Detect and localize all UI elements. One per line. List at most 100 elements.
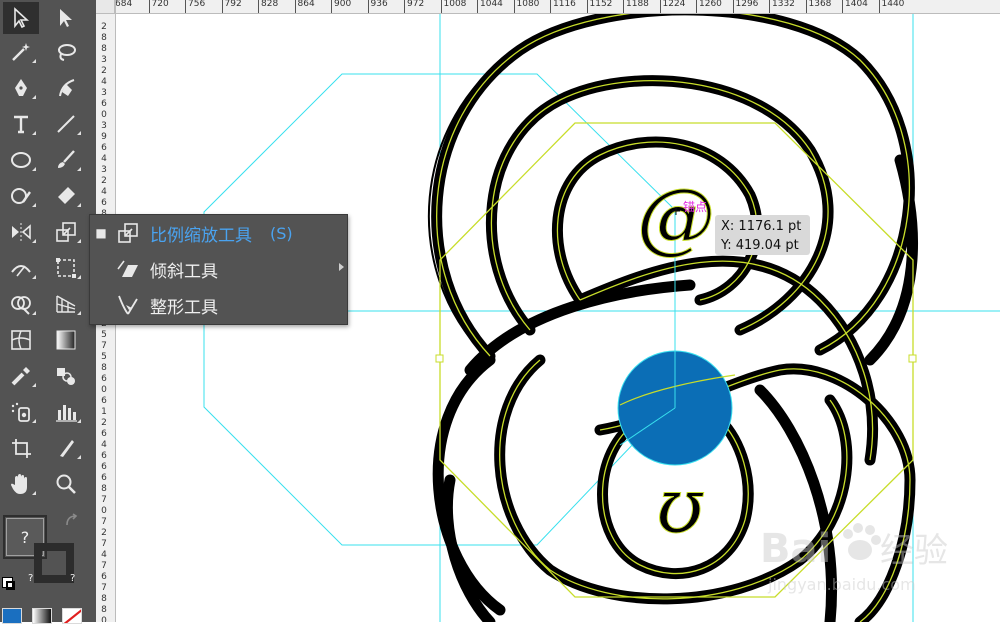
ruler-tick-label: 1296	[732, 0, 758, 13]
ruler-tick-label: 1260	[696, 0, 722, 13]
curvature-tool[interactable]	[48, 72, 84, 104]
ruler-tick-label: 1080	[513, 0, 539, 13]
mesh-tool[interactable]	[3, 324, 39, 356]
scale-tool[interactable]	[48, 216, 84, 248]
line-segment-tool[interactable]	[48, 108, 84, 140]
ruler-tick-label: 2	[101, 176, 107, 186]
curvature-pen-icon	[59, 79, 75, 97]
ruler-tick-label: 5	[101, 330, 107, 340]
gradient-tool[interactable]	[48, 324, 84, 356]
watermark-brand: Bai	[760, 526, 831, 572]
shaper-tool[interactable]	[3, 180, 39, 212]
ruler-tick-label: 6	[101, 374, 107, 384]
blend-tool[interactable]	[48, 360, 84, 392]
ruler-tick-label: 8	[101, 363, 107, 373]
swap-fill-stroke-icon[interactable]	[64, 513, 80, 529]
hand-tool[interactable]	[3, 468, 39, 500]
selected-bullet: ■	[95, 226, 107, 240]
flyout-item-label: 比例缩放工具	[150, 225, 252, 246]
coordinate-tooltip: X: 1176.1 pt Y: 419.04 pt	[715, 215, 810, 255]
perspective-grid-icon	[56, 295, 76, 313]
type-tool[interactable]	[3, 108, 39, 140]
paintbrush-tool[interactable]	[48, 144, 84, 176]
ruler-tick-label: 0	[101, 385, 107, 395]
ruler-tick-label: 1224	[659, 0, 685, 13]
artboard-tool[interactable]	[3, 432, 39, 464]
ruler-tick-label: 2	[101, 528, 107, 538]
flyout-item-label: 倾斜工具	[150, 261, 218, 282]
ruler-tick-label: 1332	[769, 0, 795, 13]
direct-selection-tool[interactable]	[48, 2, 84, 34]
symbol-sprayer-tool[interactable]	[3, 396, 39, 428]
ruler-tick-label: 4	[101, 440, 107, 450]
ellipse-tool[interactable]	[3, 144, 39, 176]
free-transform-tool[interactable]	[48, 252, 84, 284]
scale-icon	[112, 219, 144, 247]
ruler-tick-label: 3	[101, 165, 107, 175]
ruler-tick-label: 6	[101, 462, 107, 472]
ruler-tick-label: 1	[101, 407, 107, 417]
ruler-tick-label: 6	[101, 429, 107, 439]
ruler-tick-label: 6	[101, 473, 107, 483]
ruler-tick-label: 7	[101, 539, 107, 549]
ruler-tick-label: 1440	[878, 0, 904, 13]
ruler-tick-label: 4	[101, 154, 107, 164]
upsilon-glyph: ʊ	[656, 461, 704, 550]
reflect-tool[interactable]	[3, 216, 39, 248]
selection-arrow-icon	[14, 7, 30, 29]
reflect-icon	[12, 223, 31, 241]
blend-icon	[57, 368, 75, 385]
pen-tool[interactable]	[3, 72, 39, 104]
width-icon	[11, 265, 31, 277]
tooltip-x-value: X: 1176.1 pt	[721, 219, 802, 234]
magic-wand-icon	[12, 43, 30, 61]
ruler-origin	[96, 0, 115, 14]
ruler-tick-label: 900	[331, 0, 351, 13]
ruler-tick-label: 3	[101, 88, 107, 98]
transform-tools-flyout: ■ 比例缩放工具 (S) 倾斜工具 整形工具	[89, 214, 348, 325]
default-fill-stroke-icon[interactable]	[2, 577, 16, 591]
ruler-tick-label: 720	[148, 0, 169, 13]
reshape-icon	[112, 291, 144, 319]
shape-builder-tool[interactable]	[3, 288, 39, 320]
perspective-grid-tool[interactable]	[48, 288, 84, 320]
ruler-tick-label: 3	[101, 55, 107, 65]
ruler-tick-label: 1044	[477, 0, 503, 13]
selection-tool[interactable]	[3, 2, 39, 34]
ruler-tick-label: 1368	[805, 0, 831, 13]
ruler-tick-label: 9	[101, 132, 107, 142]
paw-logo-icon	[843, 523, 881, 560]
ruler-tick-label: 7	[101, 495, 107, 505]
fill-stroke-controls: ? ? ?	[0, 505, 96, 624]
ruler-tick-label: 6	[101, 572, 107, 582]
flyout-item-shear[interactable]: 倾斜工具	[90, 251, 347, 287]
horizontal-ruler: 684 720 756 792 828 864 900 936 972 1008 1044 1080 1…	[115, 0, 1000, 14]
flyout-expand-arrow-icon[interactable]	[339, 263, 344, 271]
at-glyph: @	[637, 173, 715, 263]
width-tool[interactable]	[3, 252, 39, 284]
column-graph-tool[interactable]	[48, 396, 84, 428]
ruler-tick-label: 6	[101, 99, 107, 109]
ruler-tick-label: 6	[101, 143, 107, 153]
pen-icon	[15, 79, 27, 96]
ruler-tick-label: 756	[185, 0, 205, 13]
ruler-tick-label: 0	[101, 110, 107, 120]
hand-icon	[11, 474, 27, 494]
ruler-tick-label: 5	[101, 352, 107, 362]
ruler-tick-label: 2	[101, 22, 107, 32]
flyout-item-reshape[interactable]: 整形工具	[90, 287, 347, 323]
lasso-tool[interactable]	[48, 36, 84, 68]
tooltip-y-value: Y: 419.04 pt	[721, 238, 799, 253]
direct-selection-arrow-icon	[60, 9, 72, 27]
symbol-sprayer-icon	[11, 402, 30, 422]
watermark-url: jingyan.baidu.com	[767, 575, 916, 594]
column-graph-icon	[56, 405, 77, 422]
stroke-swatch[interactable]	[34, 543, 74, 583]
flyout-item-scale[interactable]: ■ 比例缩放工具 (S)	[90, 215, 347, 251]
magic-wand-tool[interactable]	[3, 36, 39, 68]
eraser-tool[interactable]	[48, 180, 84, 212]
zoom-tool[interactable]	[48, 468, 84, 500]
eyedropper-tool[interactable]	[3, 360, 39, 392]
slice-tool[interactable]	[48, 432, 84, 464]
ruler-tick-label: 936	[367, 0, 388, 13]
